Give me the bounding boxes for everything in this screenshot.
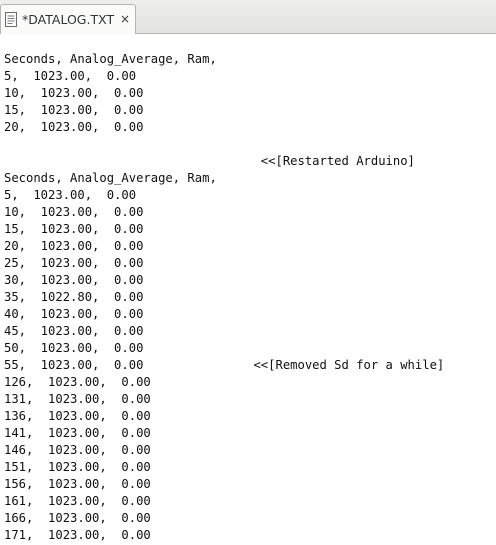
text-line: 166, 1023.00, 0.00 (4, 511, 151, 525)
text-line: 131, 1023.00, 0.00 (4, 392, 151, 406)
text-editor[interactable]: Seconds, Analog_Average, Ram, 5, 1023.00,… (0, 34, 496, 545)
text-line: 30, 1023.00, 0.00 (4, 273, 144, 287)
text-line: 50, 1023.00, 0.00 (4, 341, 144, 355)
text-line: 20, 1023.00, 0.00 (4, 120, 144, 134)
text-line: 171, 1023.00, 0.00 (4, 528, 151, 542)
text-line: 55, 1023.00, 0.00 <<[Removed Sd for a wh… (4, 358, 445, 372)
text-line: 151, 1023.00, 0.00 (4, 460, 151, 474)
text-line: 156, 1023.00, 0.00 (4, 477, 151, 491)
text-line: 5, 1023.00, 0.00 (4, 188, 137, 202)
text-line: 35, 1022.80, 0.00 (4, 290, 144, 304)
text-line: 10, 1023.00, 0.00 (4, 86, 144, 100)
text-line: 146, 1023.00, 0.00 (4, 443, 151, 457)
text-line: 15, 1023.00, 0.00 (4, 103, 144, 117)
text-line: 45, 1023.00, 0.00 (4, 324, 144, 338)
close-icon[interactable]: × (119, 12, 131, 27)
text-line: 136, 1023.00, 0.00 (4, 409, 151, 423)
text-line: 25, 1023.00, 0.00 (4, 256, 144, 270)
tab-title: *DATALOG.TXT (22, 12, 115, 27)
text-line: 40, 1023.00, 0.00 (4, 307, 144, 321)
text-line: 15, 1023.00, 0.00 (4, 222, 144, 236)
text-line: 141, 1023.00, 0.00 (4, 426, 151, 440)
text-line: 20, 1023.00, 0.00 (4, 239, 144, 253)
text-line: 5, 1023.00, 0.00 (4, 69, 137, 83)
text-line: Seconds, Analog_Average, Ram, (4, 52, 217, 66)
tab-datalog[interactable]: *DATALOG.TXT × (0, 4, 136, 34)
text-line: 126, 1023.00, 0.00 (4, 375, 151, 389)
text-line: 10, 1023.00, 0.00 (4, 205, 144, 219)
text-line: <<[Restarted Arduino] (4, 154, 415, 168)
text-line: Seconds, Analog_Average, Ram, (4, 171, 217, 185)
text-line: 161, 1023.00, 0.00 (4, 494, 151, 508)
tab-bar: *DATALOG.TXT × (0, 0, 496, 34)
text-document-icon (5, 12, 17, 27)
